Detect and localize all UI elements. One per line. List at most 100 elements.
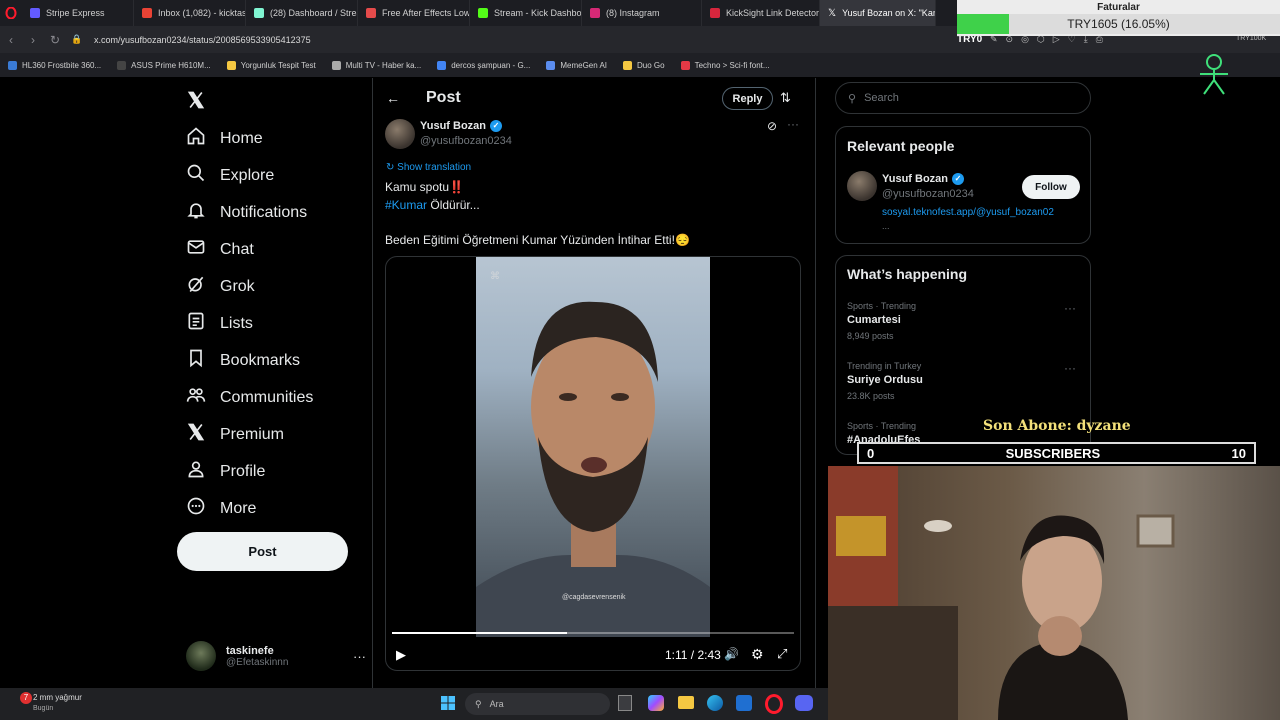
bookmark-favicon-icon <box>623 60 633 70</box>
browser-tab[interactable]: Free After Effects Lower Thi <box>358 0 470 26</box>
video-player[interactable]: @cagdasevrensenik ⌘ ▶ 1:11 / 2:43 🔊 ⚙ ⤢ <box>385 256 801 671</box>
bio-link[interactable]: sosyal.teknofest.app/@yusuf_bozan02 <box>882 207 1054 218</box>
nav-profile[interactable]: Profile <box>176 453 366 490</box>
tab-label: Stream - Kick Dashboard <box>494 8 582 18</box>
store-icon[interactable] <box>736 695 752 711</box>
relevant-avatar[interactable] <box>847 171 877 201</box>
more-dots-icon[interactable]: ··· <box>353 649 366 664</box>
tab-favicon-icon <box>366 8 376 18</box>
play-icon[interactable]: ▶ <box>396 647 406 663</box>
windows-start-icon[interactable] <box>441 696 455 715</box>
bookmark-icon <box>186 348 206 373</box>
bookmark-item[interactable]: Techno > Sci-fi font... <box>673 60 778 70</box>
more-dots-icon[interactable]: ··· <box>1064 301 1076 315</box>
forward-icon[interactable]: › <box>22 33 44 47</box>
relevant-people-title: Relevant people <box>847 138 955 154</box>
show-translation-link[interactable]: ↻ Show translation <box>386 162 471 173</box>
browser-tab[interactable]: Stripe Express <box>22 0 134 26</box>
nav-lists[interactable]: Lists <box>176 305 366 342</box>
bookmark-label: HL360 Frostbite 360... <box>22 60 102 70</box>
bookmark-label: Yorgunluk Tespit Test <box>240 60 316 70</box>
tab-label: (28) Dashboard / Streamlabs <box>270 8 357 18</box>
reply-button[interactable]: Reply <box>722 87 773 110</box>
trend-count: 23.8K posts <box>847 391 895 401</box>
nav-bookmarks[interactable]: Bookmarks <box>176 342 366 379</box>
nav-home[interactable]: Home <box>176 120 366 157</box>
taskbar-search[interactable]: ⚲ Ara <box>465 693 610 715</box>
bookmark-item[interactable]: Duo Go <box>615 60 673 70</box>
grok-analyze-icon[interactable]: ⊘ <box>767 119 777 133</box>
webcam-image <box>828 466 1175 720</box>
weather-badge: 7 <box>20 692 32 704</box>
reload-icon[interactable]: ↻ <box>44 33 66 47</box>
browser-tab[interactable]: Inbox (1,082) - kicktaskinef <box>134 0 246 26</box>
follow-button[interactable]: Follow <box>1022 175 1080 199</box>
browser-tab-active[interactable]: 𝕏 Yusuf Bozan on X: "Kamu <box>820 0 936 26</box>
x-logo-icon[interactable] <box>176 80 366 120</box>
weather-title[interactable]: 2 mm yağmur <box>33 693 82 702</box>
webcam-overlay <box>828 466 1280 720</box>
back-icon[interactable]: ‹ <box>0 33 22 47</box>
bookmark-item[interactable]: dercos şampuan - G... <box>429 60 538 70</box>
opera-icon[interactable] <box>765 694 783 714</box>
video-progress-track[interactable] <box>392 632 794 634</box>
nav-label: Premium <box>220 425 285 443</box>
video-frame[interactable]: @cagdasevrensenik ⌘ <box>476 257 710 637</box>
search-input[interactable]: ⚲ Search <box>835 82 1091 114</box>
nav-explore[interactable]: Explore <box>176 157 366 194</box>
nav-premium[interactable]: Premium <box>176 416 366 453</box>
nav-more[interactable]: More <box>176 490 366 527</box>
hashtag-link[interactable]: #Kumar <box>385 198 427 212</box>
goal-amount: TRY1605 (16.05%) <box>1067 17 1170 31</box>
discord-icon[interactable] <box>795 695 813 711</box>
browser-tab[interactable]: Stream - Kick Dashboard <box>470 0 582 26</box>
browser-tab[interactable]: KickSight Link Detector <box>702 0 820 26</box>
bookmark-item[interactable]: HL360 Frostbite 360... <box>0 60 109 70</box>
author-name: Yusuf Bozan <box>420 120 487 132</box>
tab-label: Yusuf Bozan on X: "Kamu <box>842 8 936 18</box>
extension-right-label[interactable]: TRY100K <box>1236 35 1266 42</box>
more-dots-icon[interactable]: ··· <box>787 117 799 131</box>
bookmark-item[interactable]: ASUS Prime H610M... <box>109 60 219 70</box>
volume-icon[interactable]: 🔊 <box>724 647 739 661</box>
nav-communities[interactable]: Communities <box>176 379 366 416</box>
taskbar-search-placeholder: Ara <box>489 699 504 709</box>
copilot-icon[interactable] <box>648 695 664 711</box>
nav-chat[interactable]: Chat <box>176 231 366 268</box>
settings-gear-icon[interactable]: ⚙ <box>751 646 764 663</box>
file-explorer-icon[interactable] <box>678 696 694 709</box>
nav-notifications[interactable]: Notifications <box>176 194 366 231</box>
back-arrow-icon[interactable]: ← <box>386 90 400 106</box>
video-controls: ▶ 1:11 / 2:43 🔊 ⚙ ⤢ <box>386 632 800 670</box>
author-avatar[interactable] <box>385 119 415 149</box>
nav-grok[interactable]: Grok <box>176 268 366 305</box>
bookmark-favicon-icon <box>546 60 556 70</box>
account-switcher[interactable]: taskinefe @Efetaskinnn ··· <box>186 638 366 674</box>
post-line-3: Beden Eğitimi Öğretmeni Kumar Yüzünden İ… <box>385 233 675 247</box>
browser-tab[interactable]: (8) Instagram <box>582 0 702 26</box>
profile-icon <box>186 459 206 484</box>
post-button[interactable]: Post <box>177 532 348 571</box>
author-handle[interactable]: @yusufbozan0234 <box>420 135 512 147</box>
subscriber-goal-bar: 0 SUBSCRIBERS 10 <box>857 442 1256 464</box>
author-name-row[interactable]: Yusuf Bozan ✓ <box>420 120 503 133</box>
bookmark-item[interactable]: Multi TV - Haber ka... <box>324 60 429 70</box>
bookmark-item[interactable]: Yorgunluk Tespit Test <box>219 60 324 70</box>
url-text[interactable]: x.com/yusufbozan0234/status/200856953390… <box>94 35 311 45</box>
trend-item[interactable]: Sports · Trending Cumartesi 8,949 posts <box>847 301 1087 341</box>
more-dots-icon[interactable]: ··· <box>1064 361 1076 375</box>
tab-label: Stripe Express <box>46 8 105 18</box>
trend-item[interactable]: Trending in Turkey Suriye Ordusu 23.8K p… <box>847 361 1087 401</box>
bio-ellipsis: ... <box>882 221 890 231</box>
edge-icon[interactable] <box>707 695 723 711</box>
nav-label: Notifications <box>220 203 308 221</box>
relevant-name-row[interactable]: Yusuf Bozan ✓ <box>882 173 965 186</box>
bookmark-item[interactable]: MemeGen AI <box>538 60 615 70</box>
filter-sliders-icon[interactable]: ⇅ <box>780 90 791 106</box>
task-view-icon[interactable] <box>618 695 632 711</box>
tab-label: (8) Instagram <box>606 8 660 18</box>
browser-tab[interactable]: (28) Dashboard / Streamlabs <box>246 0 358 26</box>
fullscreen-icon[interactable]: ⤢ <box>777 646 787 662</box>
column-divider <box>815 78 816 690</box>
opera-logo-icon[interactable] <box>0 0 22 26</box>
